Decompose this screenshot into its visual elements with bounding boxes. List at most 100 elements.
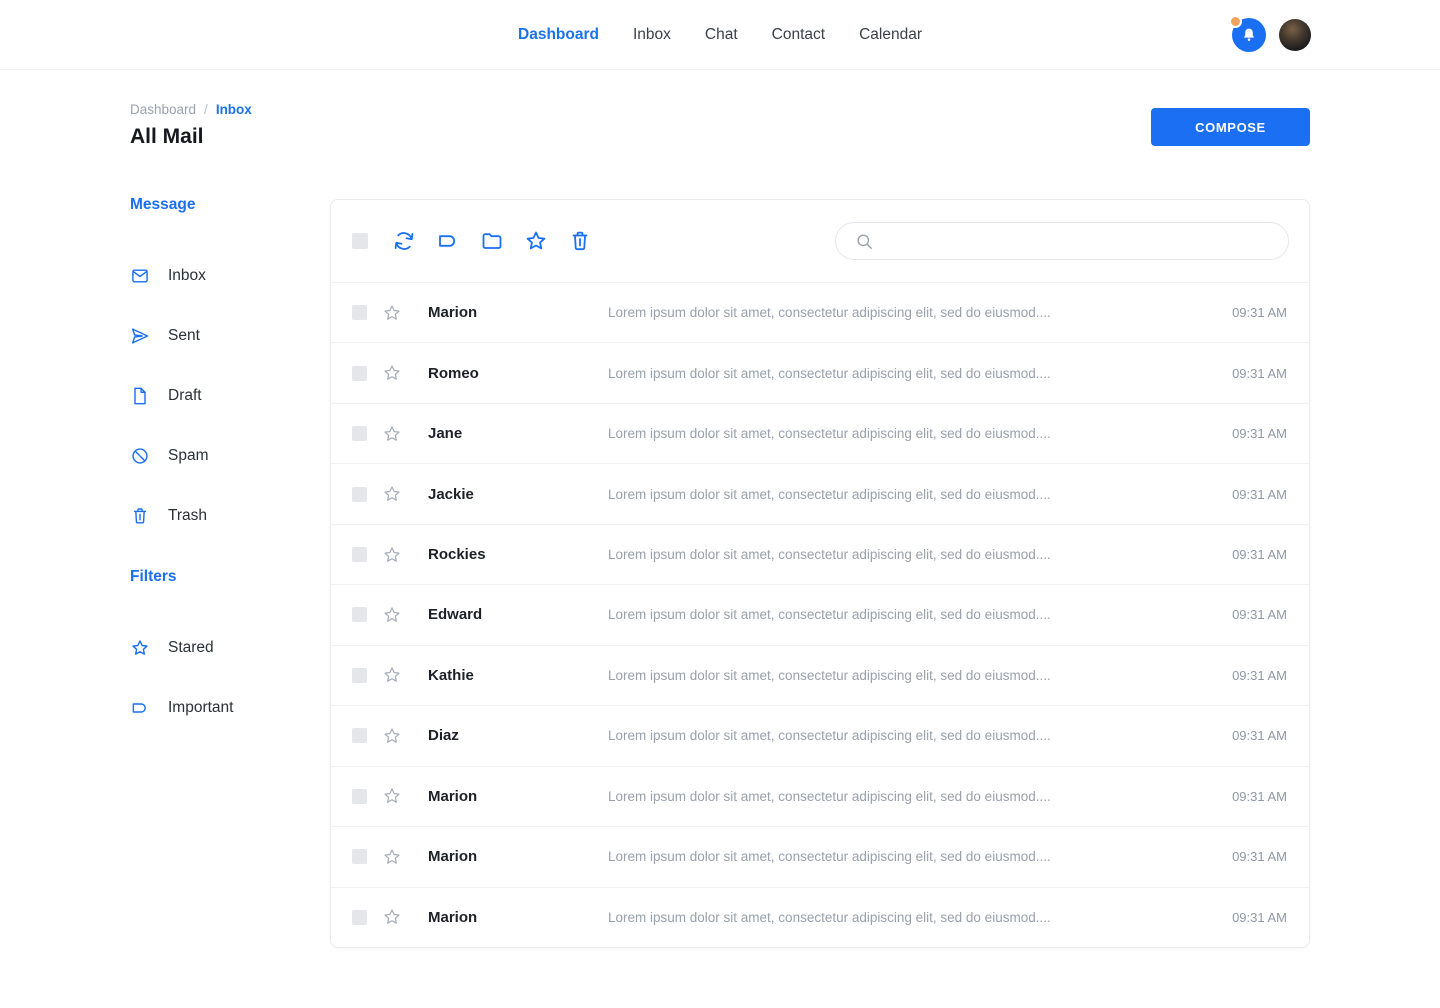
star-icon[interactable] [382,484,402,504]
nav-link-dashboard[interactable]: Dashboard [518,26,599,44]
sidebar-item-sent[interactable]: Sent [130,306,310,366]
search-box [835,222,1289,260]
sidebar-item-important[interactable]: Important [130,678,310,738]
sidebar-item-label: Spam [168,447,209,465]
select-all-checkbox[interactable] [352,233,368,249]
star-icon [130,638,150,658]
star-icon[interactable] [382,907,402,927]
mail-sender: Rockies [428,546,608,563]
breadcrumb-dashboard[interactable]: Dashboard [130,102,196,117]
mail-time: 09:31 AM [1232,607,1287,622]
sidebar-item-stared[interactable]: Stared [130,618,310,678]
mail-row[interactable]: Kathie Lorem ipsum dolor sit amet, conse… [331,645,1309,705]
mail-time: 09:31 AM [1232,426,1287,441]
row-checkbox[interactable] [352,789,367,804]
page-title: All Mail [130,125,204,149]
search-icon [855,232,874,251]
star-icon[interactable] [382,847,402,867]
star-icon[interactable] [382,363,402,383]
star-icon[interactable] [382,786,402,806]
breadcrumb-separator: / [204,102,208,117]
mail-time: 09:31 AM [1232,487,1287,502]
search-input[interactable] [874,223,1288,259]
mail-list-card: Marion Lorem ipsum dolor sit amet, conse… [330,199,1310,948]
mail-rows: Marion Lorem ipsum dolor sit amet, conse… [331,282,1309,947]
toolbar-icons [392,229,592,253]
row-checkbox[interactable] [352,728,367,743]
mail-row[interactable]: Marion Lorem ipsum dolor sit amet, conse… [331,826,1309,886]
trash-icon [130,506,150,526]
row-checkbox[interactable] [352,426,367,441]
breadcrumb-inbox[interactable]: Inbox [216,102,252,117]
sidebar-item-label: Stared [168,639,214,657]
block-icon [130,446,150,466]
trash-icon[interactable] [568,229,592,253]
nav-link-chat[interactable]: Chat [705,26,738,44]
topbar-right-group [1232,0,1311,70]
mail-sender: Jane [428,425,608,442]
row-checkbox[interactable] [352,547,367,562]
row-checkbox[interactable] [352,849,367,864]
mail-row[interactable]: Romeo Lorem ipsum dolor sit amet, consec… [331,342,1309,402]
mail-snippet: Lorem ipsum dolor sit amet, consectetur … [608,910,1216,925]
folder-icon[interactable] [480,229,504,253]
mail-sender: Marion [428,909,608,926]
mail-row[interactable]: Jackie Lorem ipsum dolor sit amet, conse… [331,463,1309,523]
nav-link-contact[interactable]: Contact [772,26,825,44]
mail-row[interactable]: Edward Lorem ipsum dolor sit amet, conse… [331,584,1309,644]
sidebar-item-inbox[interactable]: Inbox [130,246,310,306]
sync-icon[interactable] [392,229,416,253]
mail-row[interactable]: Marion Lorem ipsum dolor sit amet, conse… [331,282,1309,342]
sidebar-item-trash[interactable]: Trash [130,486,310,546]
mail-sender: Diaz [428,727,608,744]
mail-time: 09:31 AM [1232,366,1287,381]
mail-row[interactable]: Marion Lorem ipsum dolor sit amet, conse… [331,887,1309,947]
mail-time: 09:31 AM [1232,910,1287,925]
mail-snippet: Lorem ipsum dolor sit amet, consectetur … [608,789,1216,804]
mail-snippet: Lorem ipsum dolor sit amet, consectetur … [608,607,1216,622]
sidebar-heading-message: Message [130,196,310,216]
row-checkbox[interactable] [352,910,367,925]
mail-snippet: Lorem ipsum dolor sit amet, consectetur … [608,366,1216,381]
mail-time: 09:31 AM [1232,728,1287,743]
sidebar-item-draft[interactable]: Draft [130,366,310,426]
star-icon[interactable] [382,605,402,625]
sidebar-heading-filters: Filters [130,568,310,588]
nav-link-inbox[interactable]: Inbox [633,26,671,44]
sidebar-item-spam[interactable]: Spam [130,426,310,486]
row-checkbox[interactable] [352,487,367,502]
star-icon[interactable] [524,229,548,253]
nav-link-calendar[interactable]: Calendar [859,26,922,44]
star-icon[interactable] [382,303,402,323]
send-icon [130,326,150,346]
star-icon[interactable] [382,424,402,444]
mail-row[interactable]: Marion Lorem ipsum dolor sit amet, conse… [331,766,1309,826]
mail-snippet: Lorem ipsum dolor sit amet, consectetur … [608,547,1216,562]
mail-time: 09:31 AM [1232,849,1287,864]
star-icon[interactable] [382,665,402,685]
mail-sender: Edward [428,606,608,623]
mail-icon [130,266,150,286]
row-checkbox[interactable] [352,305,367,320]
compose-button[interactable]: COMPOSE [1151,108,1310,146]
star-icon[interactable] [382,545,402,565]
sidebar-item-label: Trash [168,507,207,525]
sidebar-item-label: Inbox [168,267,206,285]
mail-sender: Jackie [428,486,608,503]
main-nav: Dashboard Inbox Chat Contact Calendar [518,26,922,44]
bell-icon[interactable] [1232,18,1266,52]
mail-row[interactable]: Diaz Lorem ipsum dolor sit amet, consect… [331,705,1309,765]
mail-sender: Marion [428,788,608,805]
mail-time: 09:31 AM [1232,305,1287,320]
user-avatar[interactable] [1279,19,1311,51]
draft-icon [130,386,150,406]
sidebar-item-label: Important [168,699,233,717]
star-icon[interactable] [382,726,402,746]
row-checkbox[interactable] [352,668,367,683]
sidebar-section-items: Inbox Sent Draft Spam Trash [130,246,310,546]
mail-row[interactable]: Jane Lorem ipsum dolor sit amet, consect… [331,403,1309,463]
tag-icon[interactable] [436,229,460,253]
row-checkbox[interactable] [352,607,367,622]
row-checkbox[interactable] [352,366,367,381]
mail-row[interactable]: Rockies Lorem ipsum dolor sit amet, cons… [331,524,1309,584]
